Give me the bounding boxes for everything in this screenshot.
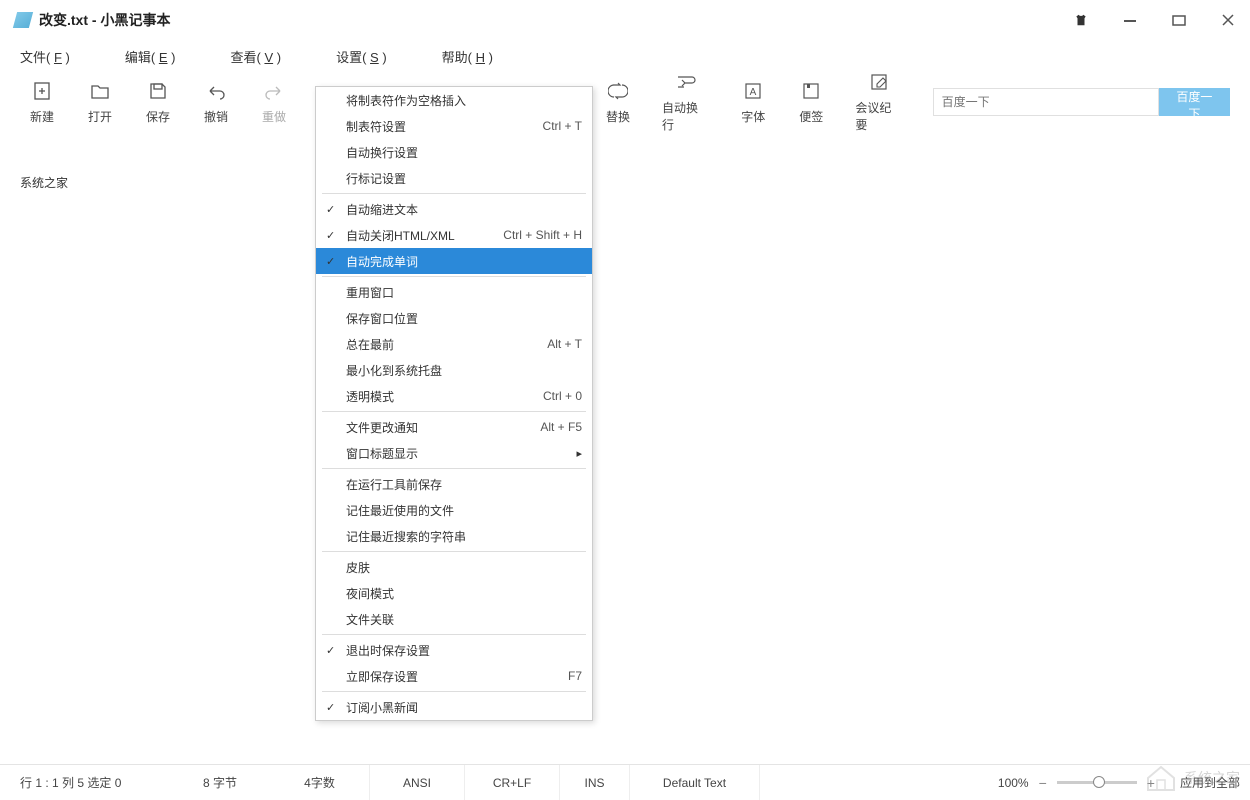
settings-dropdown: 将制表符作为空格插入制表符设置Ctrl + T自动换行设置行标记设置自动缩进文本… xyxy=(315,86,593,721)
maximize-button[interactable] xyxy=(1172,13,1186,27)
window-title: 改变.txt - 小黑记事本 xyxy=(39,10,170,30)
open-button[interactable]: 打开 xyxy=(86,80,114,125)
sticky-note-icon xyxy=(800,80,822,102)
dropdown-item[interactable]: 文件更改通知Alt + F5 xyxy=(316,414,592,440)
app-icon xyxy=(13,12,33,28)
zoom-slider[interactable] xyxy=(1057,781,1137,784)
minimize-button[interactable] xyxy=(1123,13,1137,27)
dropdown-item[interactable]: 皮肤 xyxy=(316,554,592,580)
sticky-button[interactable]: 便签 xyxy=(797,80,825,125)
dropdown-item[interactable]: 记住最近搜索的字符串 xyxy=(316,523,592,549)
zoom-level: 100% xyxy=(998,776,1029,790)
search-box: 百度一下 xyxy=(933,88,1230,116)
status-position: 行 1 : 1 列 5 选定 0 xyxy=(0,765,170,800)
watermark: 系统之家 xyxy=(1144,764,1240,792)
dropdown-item[interactable]: 记住最近使用的文件 xyxy=(316,497,592,523)
dropdown-item[interactable]: 透明模式Ctrl + 0 xyxy=(316,383,592,409)
menu-edit[interactable]: 编辑( E ) xyxy=(125,47,176,66)
menu-bar: 文件( F ) 编辑( E ) 查看( V ) 设置( S ) 帮助( H ) xyxy=(0,40,1250,72)
toolbar: 新建 打开 保存 撤销 重做 替换 自动换行 A 字体 便签 会议纪要 百度一下 xyxy=(0,72,1250,132)
dropdown-item[interactable]: 自动完成单词 xyxy=(316,248,592,274)
dropdown-item[interactable]: 退出时保存设置 xyxy=(316,637,592,663)
title-bar: 改变.txt - 小黑记事本 xyxy=(0,0,1250,40)
undo-button[interactable]: 撤销 xyxy=(202,80,230,125)
undo-icon xyxy=(205,80,227,102)
save-icon xyxy=(147,80,169,102)
svg-text:A: A xyxy=(750,87,757,98)
close-button[interactable] xyxy=(1221,13,1235,27)
redo-button[interactable]: 重做 xyxy=(260,80,288,125)
menu-view[interactable]: 查看( V ) xyxy=(230,47,281,66)
dropdown-item[interactable]: 在运行工具前保存 xyxy=(316,471,592,497)
status-encoding[interactable]: ANSI xyxy=(370,765,465,800)
text-editor[interactable]: 系统之家 xyxy=(18,164,1250,764)
save-button[interactable]: 保存 xyxy=(144,80,172,125)
watermark-logo-icon xyxy=(1144,764,1178,792)
menu-file[interactable]: 文件( F ) xyxy=(20,47,70,66)
zoom-handle[interactable] xyxy=(1093,776,1105,788)
editor-line: 系统之家 xyxy=(18,174,1250,191)
search-button[interactable]: 百度一下 xyxy=(1159,88,1230,116)
dropdown-item[interactable]: 制表符设置Ctrl + T xyxy=(316,113,592,139)
new-button[interactable]: 新建 xyxy=(28,80,56,125)
dropdown-item[interactable]: 订阅小黑新闻 xyxy=(316,694,592,720)
dropdown-item[interactable]: 文件关联 xyxy=(316,606,592,632)
dropdown-item[interactable]: 自动换行设置 xyxy=(316,139,592,165)
new-file-icon xyxy=(31,80,53,102)
dropdown-item[interactable]: 窗口标题显示▸ xyxy=(316,440,592,466)
status-bar: 行 1 : 1 列 5 选定 0 8 字节 4字数 ANSI CR+LF INS… xyxy=(0,764,1250,800)
dropdown-item[interactable]: 总在最前Alt + T xyxy=(316,331,592,357)
meeting-notes-icon xyxy=(868,71,890,93)
menu-settings[interactable]: 设置( S ) xyxy=(336,47,387,66)
dropdown-item[interactable]: 立即保存设置F7 xyxy=(316,663,592,689)
dropdown-item[interactable]: 自动关闭HTML/XMLCtrl + Shift + H xyxy=(316,222,592,248)
zoom-out-icon[interactable]: − xyxy=(1039,775,1047,791)
dropdown-item[interactable]: 自动缩进文本 xyxy=(316,196,592,222)
meeting-button[interactable]: 会议纪要 xyxy=(855,71,902,133)
dropdown-item[interactable]: 将制表符作为空格插入 xyxy=(316,87,592,113)
dropdown-item[interactable]: 行标记设置 xyxy=(316,165,592,191)
font-icon: A xyxy=(742,80,764,102)
wrap-icon xyxy=(675,71,697,93)
status-lang[interactable]: Default Text xyxy=(630,765,760,800)
font-button[interactable]: A 字体 xyxy=(739,80,767,125)
dropdown-item[interactable]: 最小化到系统托盘 xyxy=(316,357,592,383)
status-bytes: 8 字节 xyxy=(170,765,270,800)
menu-help[interactable]: 帮助( H ) xyxy=(442,47,493,66)
search-input[interactable] xyxy=(933,88,1159,116)
status-eol[interactable]: CR+LF xyxy=(465,765,560,800)
dropdown-item[interactable]: 夜间模式 xyxy=(316,580,592,606)
open-folder-icon xyxy=(89,80,111,102)
replace-button[interactable]: 替换 xyxy=(604,80,632,125)
dropdown-item[interactable]: 保存窗口位置 xyxy=(316,305,592,331)
redo-icon xyxy=(263,80,285,102)
status-chars: 4字数 xyxy=(270,765,370,800)
dropdown-item[interactable]: 重用窗口 xyxy=(316,279,592,305)
replace-icon xyxy=(607,80,629,102)
wrap-button[interactable]: 自动换行 xyxy=(662,71,709,133)
status-ins[interactable]: INS xyxy=(560,765,630,800)
skin-icon[interactable] xyxy=(1074,13,1088,27)
